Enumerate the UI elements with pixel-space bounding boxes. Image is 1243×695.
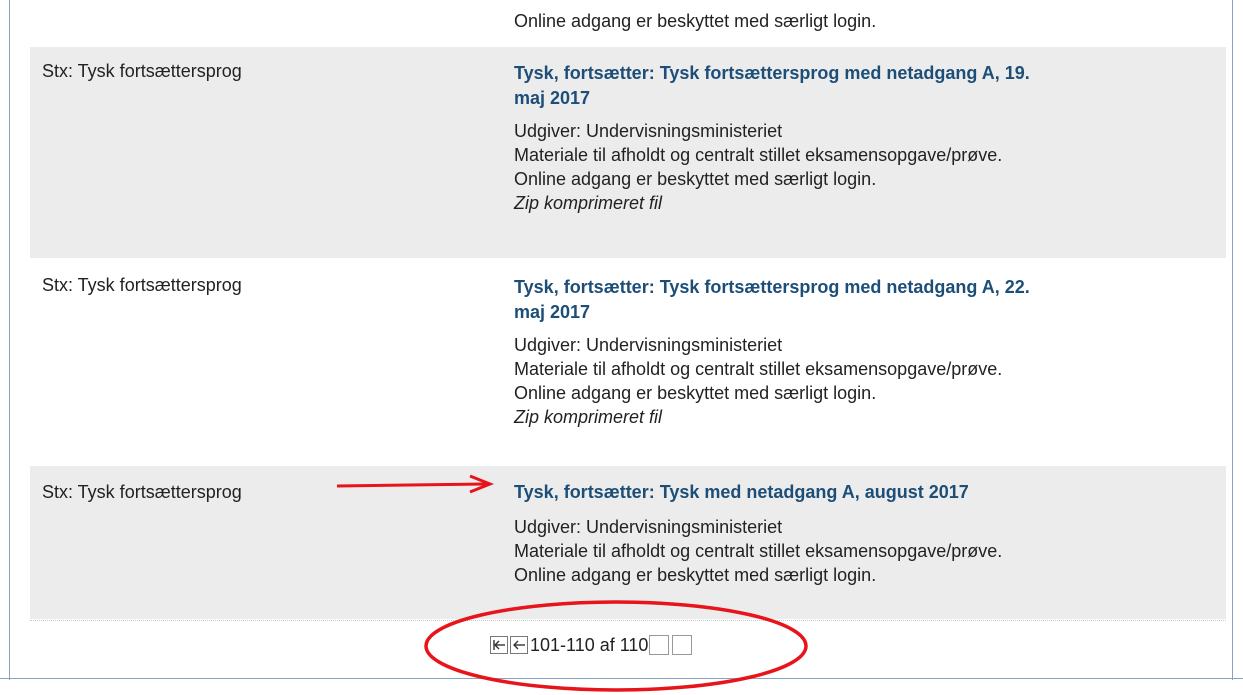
result-publisher: Udgiver: Undervisningsministeriet <box>514 517 783 537</box>
result-entry: Tysk, fortsætter: Tysk med netadgang A, … <box>514 480 1214 587</box>
title-line: maj 2017 <box>514 302 591 322</box>
result-category: Stx: Tysk fortsættersprog <box>42 61 242 81</box>
results-panel: Online adgang er beskyttet med særligt l… <box>0 0 1243 695</box>
first-page-icon <box>493 640 505 650</box>
prev-page-button[interactable] <box>510 636 528 654</box>
pagination: 101-110 af 110 <box>490 634 694 656</box>
list-divider <box>30 620 1226 621</box>
result-title-link[interactable]: Tysk, fortsætter: Tysk fortsættersprog m… <box>514 61 1214 111</box>
top-fragment-text: Online adgang er beskyttet med særligt l… <box>514 11 877 31</box>
result-material: Materiale til afholdt og centralt stille… <box>514 541 1003 561</box>
panel-border-bottom <box>0 678 1243 679</box>
result-category: Stx: Tysk fortsættersprog <box>42 275 242 295</box>
prev-page-icon <box>513 640 525 650</box>
panel-border-right <box>1232 0 1233 680</box>
pagination-range: 101-110 af 110 <box>530 634 649 655</box>
title-line: Tysk, fortsætter: Tysk med netadgang A, … <box>514 482 969 502</box>
result-access-note: Online adgang er beskyttet med særligt l… <box>514 565 877 585</box>
last-page-button[interactable] <box>672 635 693 655</box>
result-title-link[interactable]: Tysk, fortsætter: Tysk med netadgang A, … <box>514 480 1214 505</box>
result-publisher: Udgiver: Undervisningsministeriet <box>514 335 783 355</box>
next-page-button[interactable] <box>649 635 670 655</box>
result-publisher: Udgiver: Undervisningsministeriet <box>514 121 783 141</box>
result-category: Stx: Tysk fortsættersprog <box>42 482 242 502</box>
title-line: maj 2017 <box>514 88 591 108</box>
first-page-button[interactable] <box>490 636 508 654</box>
title-line: Tysk, fortsætter: Tysk fortsættersprog m… <box>514 277 1030 297</box>
result-material: Materiale til afholdt og centralt stille… <box>514 145 1003 165</box>
panel-border-left <box>9 0 10 680</box>
result-access-note: Online adgang er beskyttet med særligt l… <box>514 383 877 403</box>
result-filetype: Zip komprimeret fil <box>514 193 663 213</box>
result-access-note: Online adgang er beskyttet med særligt l… <box>514 169 877 189</box>
result-material: Materiale til afholdt og centralt stille… <box>514 359 1003 379</box>
result-filetype: Zip komprimeret fil <box>514 407 663 427</box>
title-line: Tysk, fortsætter: Tysk fortsættersprog m… <box>514 63 1030 83</box>
result-title-link[interactable]: Tysk, fortsætter: Tysk fortsættersprog m… <box>514 275 1214 325</box>
result-entry: Tysk, fortsætter: Tysk fortsættersprog m… <box>514 61 1214 215</box>
result-entry: Tysk, fortsætter: Tysk fortsættersprog m… <box>514 275 1214 429</box>
